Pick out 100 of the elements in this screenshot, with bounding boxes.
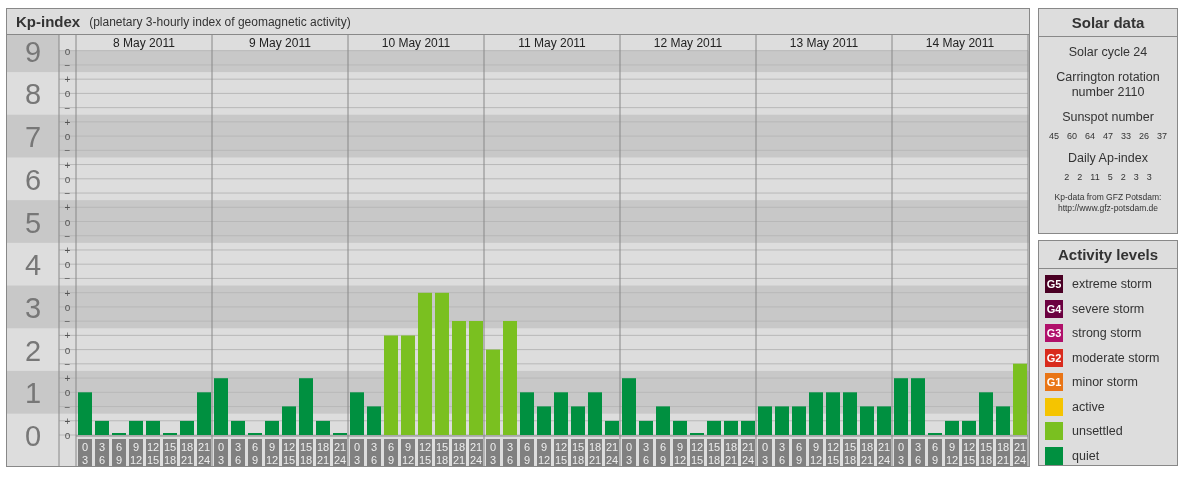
axis-tick-mark: − [64, 59, 71, 71]
kp-bar [520, 392, 534, 435]
kp-bar [78, 392, 92, 435]
kp-bar [758, 406, 772, 435]
axis-tick-mark: − [64, 273, 71, 285]
axis-tick-mark: + [64, 330, 71, 342]
legend-label: severe storm [1072, 301, 1145, 316]
axis-tick-mark: o [64, 387, 71, 399]
kp-bar [877, 406, 891, 435]
time-slot-label: 15 18 [979, 439, 993, 466]
legend-label: strong storm [1072, 326, 1142, 341]
date-label: 8 May 2011 [113, 36, 175, 50]
axis-label: 2 [24, 334, 42, 367]
kp-bar [826, 392, 840, 435]
time-slot-label: 12 15 [554, 439, 568, 466]
time-slot-label: 18 21 [724, 439, 738, 466]
time-slot-label: 3 6 [639, 439, 653, 466]
sunspot-value: 33 [1121, 131, 1131, 141]
time-slot-label: 15 18 [435, 439, 449, 466]
time-slot-label: 3 6 [231, 439, 245, 466]
time-slot-label: 12 15 [690, 439, 704, 466]
axis-tick-mark: − [64, 358, 71, 370]
time-slot-label: 21 24 [333, 439, 347, 466]
axis-tick-mark: − [64, 145, 71, 157]
axis-tick-mark: o [64, 301, 71, 313]
legend-swatch: G3 [1045, 324, 1063, 343]
time-slot-label: 21 24 [1013, 439, 1027, 466]
kp-bar [571, 406, 585, 435]
time-slot-label: 6 9 [248, 439, 262, 466]
axis-tick-mark: o [64, 344, 71, 356]
axis-tick-mark: o [64, 45, 71, 57]
time-slot-label: 12 15 [282, 439, 296, 466]
chart-title: Kp-index [16, 13, 81, 30]
ap-index-label: Daily Ap-index [1068, 151, 1148, 166]
axis-tick-mark: + [64, 74, 71, 86]
credit-text: Kp-data from GFZ Potsdam: [1054, 192, 1162, 203]
time-slot-label: 15 18 [299, 439, 313, 466]
kp-bar [197, 392, 211, 435]
credit-text: http://www.gfz-potsdam.de [1056, 203, 1160, 214]
carrington-rotation: Carrington rotation number 2110 [1055, 70, 1161, 100]
axis-tick-mark: + [64, 287, 71, 299]
time-slot-label: 15 18 [707, 439, 721, 466]
axis-label: 8 [24, 78, 42, 111]
time-slot-label: 0 3 [486, 439, 500, 466]
time-slot-label: 3 6 [503, 439, 517, 466]
kp-bar [350, 392, 364, 435]
sunspot-value: 64 [1084, 131, 1095, 141]
time-slot-label: 3 6 [775, 439, 789, 466]
solar-cycle: Solar cycle 24 [1068, 45, 1148, 60]
time-slot-label: 3 6 [911, 439, 925, 466]
time-slot-label: 15 18 [571, 439, 585, 466]
axis-tick-mark: − [64, 188, 71, 200]
legend-swatch: G5 [1045, 275, 1063, 294]
time-slot-label: 18 21 [588, 439, 602, 466]
axis-label: 9 [24, 35, 42, 68]
kp-bar [622, 378, 636, 435]
time-slot-label: 18 21 [860, 439, 874, 466]
time-slot-label: 6 9 [384, 439, 398, 466]
time-slot-label: 12 15 [962, 439, 976, 466]
sunspot-value: 60 [1066, 131, 1077, 141]
legend-label: active [1072, 399, 1105, 414]
kp-bar [979, 392, 993, 435]
axis-label: 6 [24, 163, 42, 196]
axis-tick-mark: o [64, 216, 71, 228]
ap-index-value: 3 [1146, 172, 1152, 182]
ap-index-value: 2 [1077, 172, 1083, 182]
time-slot-label: 6 9 [656, 439, 670, 466]
time-slot-label: 3 6 [367, 439, 381, 466]
axis-tick-mark: + [64, 116, 71, 128]
time-slot-label: 9 12 [809, 439, 823, 466]
time-slot-label: 18 21 [316, 439, 330, 466]
kp-bar [775, 406, 789, 435]
kp-bar [894, 378, 908, 435]
time-slot-label: 18 21 [180, 439, 194, 466]
axis-tick-mark: − [64, 230, 71, 242]
panel-title: Activity levels [1039, 241, 1177, 269]
axis-label: 4 [24, 249, 42, 282]
time-slot-label: 21 24 [877, 439, 891, 466]
ap-index-value: 3 [1133, 172, 1139, 182]
sunspot-label: Sunspot number [1062, 110, 1154, 125]
ap-index-value: 2 [1120, 172, 1126, 182]
time-slot-label: 6 9 [112, 439, 126, 466]
time-slot-label: 18 21 [996, 439, 1010, 466]
kp-bar [996, 406, 1010, 435]
sunspot-value: 47 [1103, 131, 1113, 141]
panel-title: Solar data [1039, 9, 1177, 37]
time-slot-label: 0 3 [758, 439, 772, 466]
kp-bar [554, 392, 568, 435]
axis-tick-mark: + [64, 415, 71, 427]
time-slot-label: 0 3 [894, 439, 908, 466]
ap-index-value: 2 [1064, 172, 1070, 182]
axis-tick-mark: + [64, 202, 71, 214]
kp-bar [843, 392, 857, 435]
date-label: 12 May 2011 [653, 36, 723, 50]
axis-tick-mark: + [64, 159, 71, 171]
time-slot-label: 12 15 [418, 439, 432, 466]
time-slot-label: 21 24 [605, 439, 619, 466]
axis-tick-mark: − [64, 401, 71, 413]
time-slot-label: 12 15 [146, 439, 160, 466]
date-label: 11 May 2011 [518, 36, 586, 50]
